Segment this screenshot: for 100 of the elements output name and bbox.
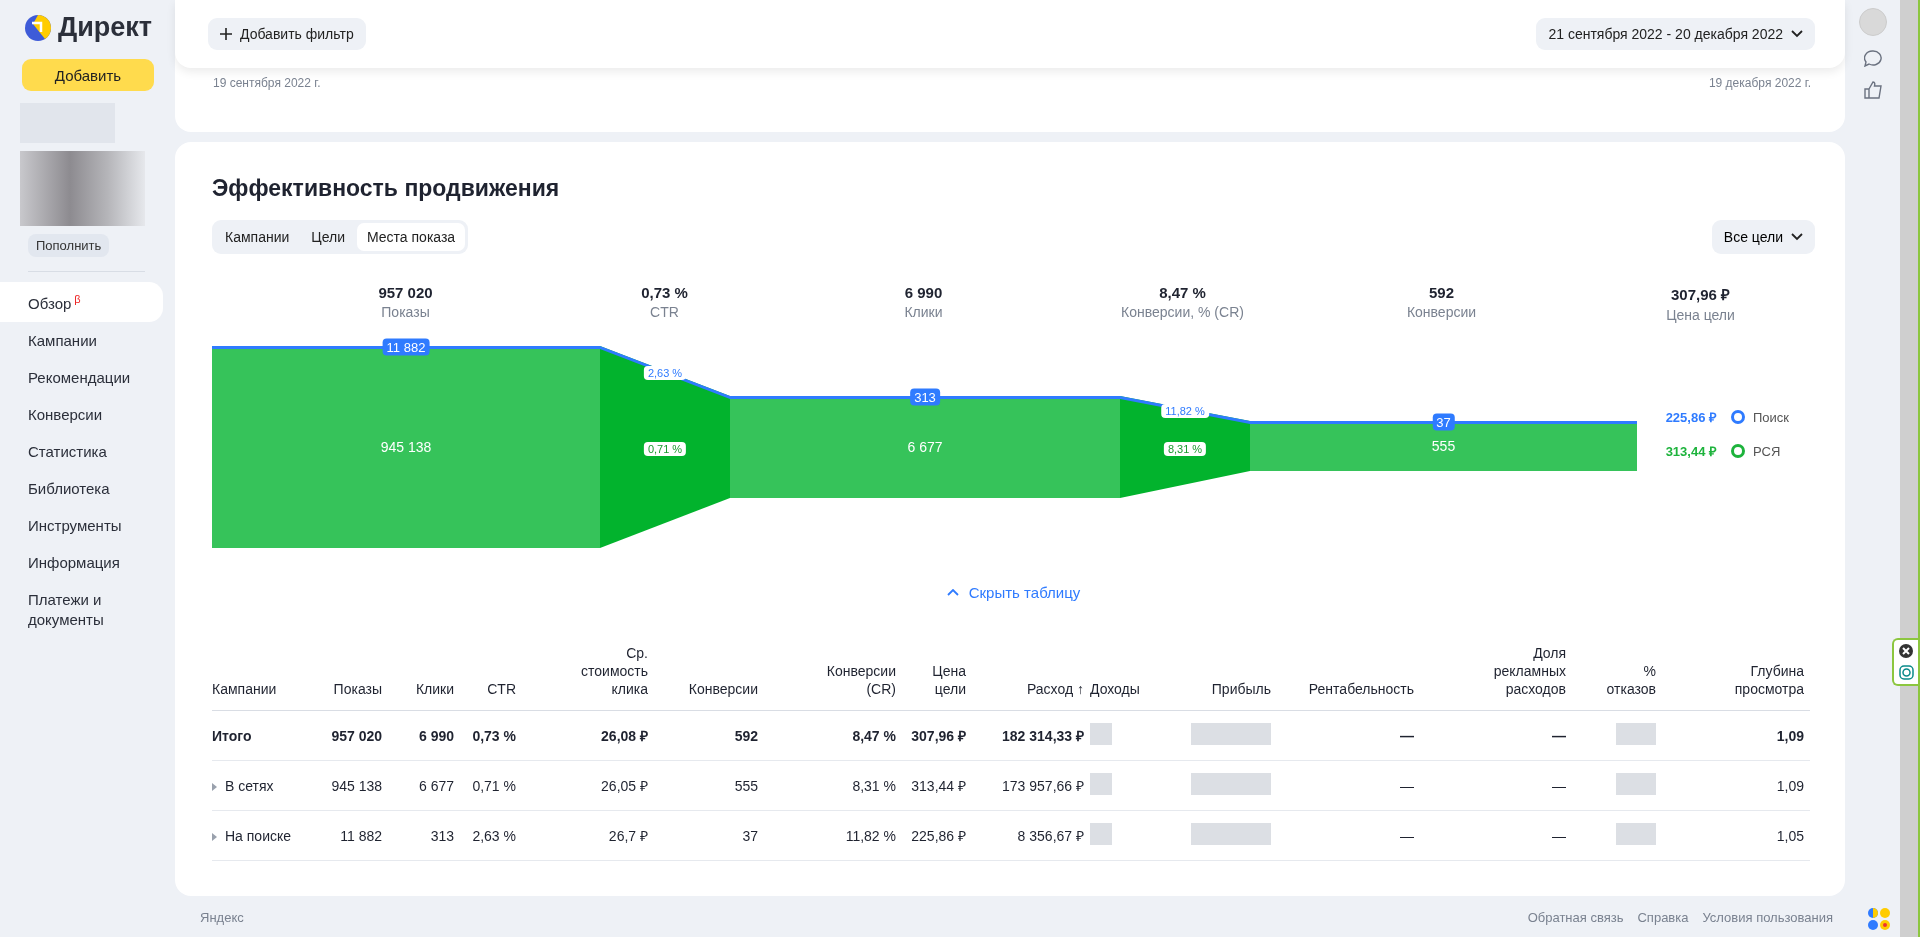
tab[interactable]: Цели <box>301 223 355 251</box>
table-cell: 11,82 % <box>764 810 902 861</box>
sidebar-item[interactable]: Конверсии <box>0 398 138 433</box>
goals-dropdown[interactable]: Все цели <box>1711 220 1815 254</box>
tab[interactable]: Места показа <box>357 223 466 251</box>
apps-icon[interactable] <box>1867 907 1891 931</box>
sidebar-item[interactable]: Платежи и документы <box>0 583 138 638</box>
metric-value: 957 020 <box>378 284 433 301</box>
plus-icon <box>220 28 232 40</box>
segment-value: 6 677 <box>907 439 943 455</box>
metric-label: Конверсии <box>1406 304 1477 320</box>
redacted-block <box>1616 723 1656 745</box>
table-cell: 307,96 ₽ <box>902 710 972 761</box>
chevron-down-icon <box>1791 30 1803 38</box>
tab[interactable]: Кампании <box>215 223 300 251</box>
column-header: Доля рекламных расходов <box>1493 644 1566 698</box>
table-cell: 592 <box>654 710 764 761</box>
column-header: Ср. стоимость клика <box>581 644 648 698</box>
sidebar-item[interactable]: Библиотека <box>0 472 138 507</box>
chevron-up-icon <box>946 589 959 596</box>
add-filter-button[interactable]: Добавить фильтр <box>208 18 366 50</box>
sidebar-item[interactable]: Статистика <box>0 435 138 470</box>
column-header: Цена цели <box>932 662 966 698</box>
table-cell: 1,09 <box>1662 710 1810 761</box>
panel-title: Эффективность продвижения <box>212 175 561 202</box>
segment-badge: 313 <box>910 388 940 406</box>
metric-value: 0,73 % <box>641 284 688 301</box>
sidebar-item[interactable]: Обзор $^{β}$ <box>0 282 163 322</box>
table-cell: 1,05 <box>1662 810 1810 861</box>
legend-value: 225,86 ₽ <box>1664 409 1717 426</box>
column-header: CTR <box>487 680 516 698</box>
table-cell: 555 <box>654 760 764 811</box>
footer-brand: Яндекс <box>200 910 244 925</box>
redacted-block <box>1090 773 1112 795</box>
legend-label: РСЯ <box>1753 443 1781 459</box>
footer-link[interactable]: Условия пользования <box>1702 910 1833 925</box>
column-header: Клики <box>415 680 454 698</box>
table-cell: 8,31 % <box>764 760 902 811</box>
logo-icon <box>24 13 52 42</box>
table-cell: 6 990 <box>388 710 460 761</box>
table-cell: — <box>1277 710 1420 761</box>
footer-link[interactable]: Справка <box>1637 910 1689 925</box>
row-label: Итого <box>212 727 252 744</box>
metric-label: Клики <box>904 304 943 320</box>
metric-label: Показы <box>381 304 430 320</box>
table-cell: 8,47 % <box>764 710 902 761</box>
table-cell: — <box>1277 810 1420 861</box>
date-label: 19 сентября 2022 г. <box>213 76 321 90</box>
expand-icon[interactable] <box>212 832 217 841</box>
segment-value: 945 138 <box>380 439 432 455</box>
table-cell: 0,71 % <box>460 760 522 811</box>
conversion-rate-badge: 2,63 % <box>643 366 687 380</box>
sidebar-item[interactable]: Информация <box>0 546 138 581</box>
add-button[interactable]: Добавить <box>22 59 154 91</box>
table-cell: 11 882 <box>300 810 388 861</box>
metric-label: CTR <box>650 304 679 320</box>
date-range-button[interactable]: 21 сентября 2022 - 20 декабря 2022 <box>1536 18 1815 50</box>
expand-icon[interactable] <box>212 782 217 791</box>
column-header: Глубина просмотра <box>1734 662 1804 698</box>
close-icon <box>1899 643 1913 658</box>
thumbs-up-icon[interactable] <box>1863 81 1882 99</box>
table-cell: 313,44 ₽ <box>902 760 972 811</box>
table-cell: 313 <box>388 810 460 861</box>
metric-value: 592 <box>1429 284 1454 301</box>
legend-label: Поиск <box>1753 409 1790 425</box>
column-header: Прибыль <box>1211 680 1271 698</box>
legend-value: 313,44 ₽ <box>1664 443 1717 460</box>
sidebar-item[interactable]: Кампании <box>0 324 138 359</box>
topup-button[interactable]: Пополнить <box>28 234 110 257</box>
segment-badge: 37 <box>1432 413 1455 431</box>
table-cell: — <box>1420 710 1572 761</box>
column-header: Конверсии <box>688 680 758 698</box>
column-header: Кампании <box>212 680 277 698</box>
metric-value: 8,47 % <box>1159 284 1206 301</box>
table-cell: 225,86 ₽ <box>902 810 972 861</box>
row-label[interactable]: На поиске <box>225 827 292 844</box>
column-header: Доходы <box>1090 680 1140 698</box>
sidebar-item[interactable]: Рекомендации <box>0 361 138 396</box>
hide-table-link[interactable]: Скрыть таблицу <box>940 583 1087 602</box>
column-header: Показы <box>333 680 382 698</box>
table-cell: 26,05 ₽ <box>522 760 654 811</box>
sidebar-item[interactable]: Инструменты <box>0 509 138 544</box>
conversion-rate-badge: 0,71 % <box>643 442 687 456</box>
table-cell: 957 020 <box>300 710 388 761</box>
table-cell: — <box>1277 760 1420 811</box>
table-cell: 1,09 <box>1662 760 1810 811</box>
column-header: Расход ↑ <box>1026 680 1084 698</box>
table-cell: 2,63 % <box>460 810 522 861</box>
date-label: 19 декабря 2022 г. <box>1708 76 1811 90</box>
chevron-down-icon <box>1791 233 1803 241</box>
metric-label: Цена цели <box>1666 307 1735 323</box>
redacted-block <box>1616 823 1656 845</box>
chat-icon[interactable] <box>1863 50 1882 67</box>
table-cell: 37 <box>654 810 764 861</box>
table-cell: — <box>1420 760 1572 811</box>
conversion-rate-badge: 11,82 % <box>1161 403 1209 418</box>
table-cell: 26,7 ₽ <box>522 810 654 861</box>
column-header: Рентабельность <box>1308 680 1414 698</box>
footer-link[interactable]: Обратная связь <box>1527 910 1624 925</box>
row-label[interactable]: В сетях <box>225 777 274 794</box>
